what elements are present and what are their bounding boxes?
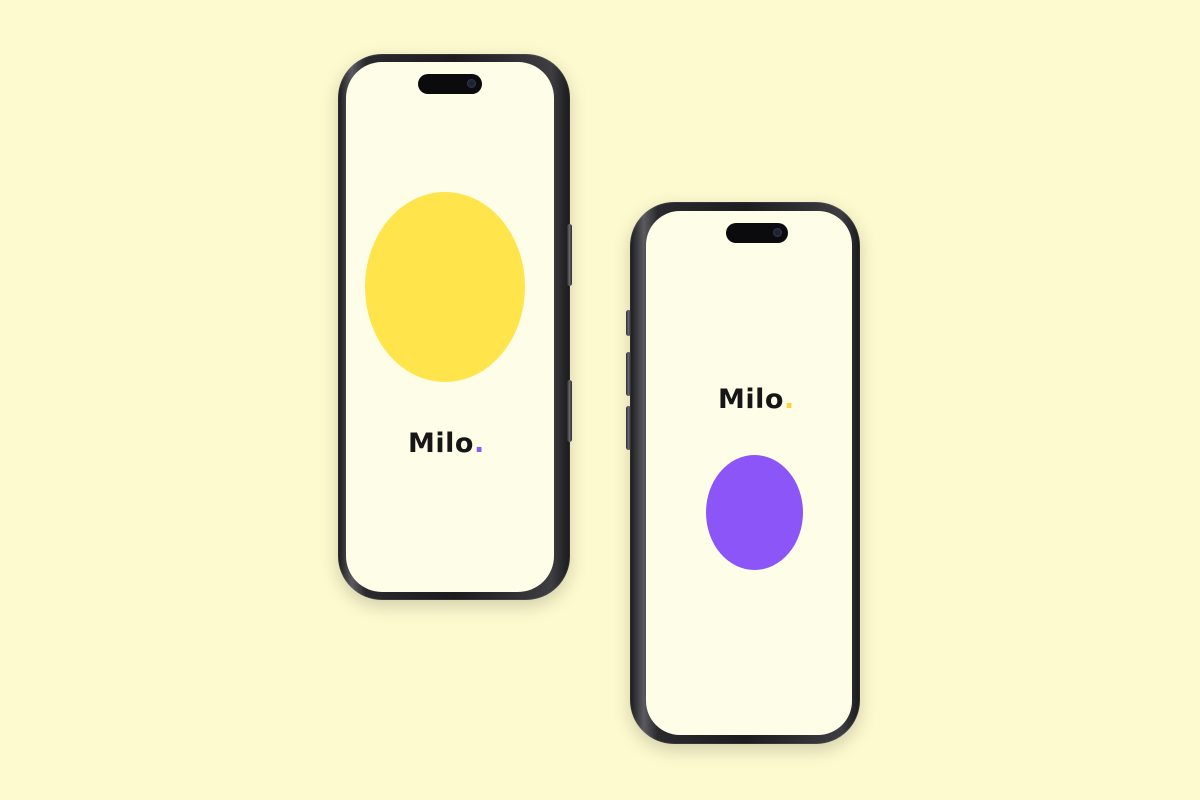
brand-name: Milo [408, 428, 474, 459]
purple-circle [706, 455, 803, 570]
camera-icon [467, 79, 476, 88]
phone-mockup-left: Milo. [338, 54, 572, 600]
power-button-icon [567, 380, 572, 442]
dynamic-island-icon [726, 223, 788, 243]
phone-mockup-right: Milo. [626, 202, 860, 744]
volume-button-icon [567, 224, 572, 286]
brand-logo: Milo. [718, 384, 795, 415]
phone-screen-left: Milo. [346, 62, 554, 592]
volume-up-button-icon [626, 352, 631, 396]
brand-name: Milo [718, 384, 784, 415]
action-button-icon [626, 310, 631, 336]
camera-icon [773, 228, 782, 237]
volume-down-button-icon [626, 406, 631, 450]
phone-screen-right: Milo. [646, 211, 852, 735]
brand-dot: . [473, 428, 485, 459]
brand-logo: Milo. [408, 428, 485, 459]
brand-dot: . [783, 384, 795, 415]
dynamic-island-icon [418, 74, 482, 94]
yellow-circle [365, 192, 525, 382]
